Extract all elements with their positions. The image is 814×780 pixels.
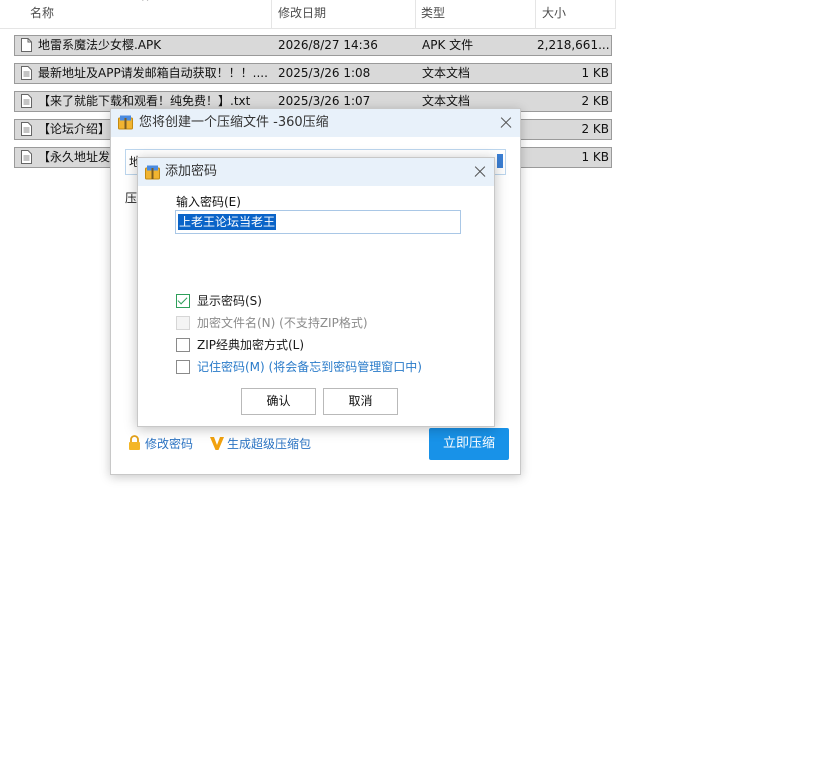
sort-ascending-icon: ^: [141, 0, 150, 8]
zip-classic-checkbox[interactable]: [176, 338, 190, 352]
column-divider[interactable]: [271, 0, 272, 28]
file-type: APK 文件: [422, 38, 474, 52]
column-divider[interactable]: [415, 0, 416, 28]
password-input[interactable]: 上老王论坛当老王: [175, 210, 461, 234]
vip-icon: [209, 436, 225, 451]
compress-window-titlebar[interactable]: 您将创建一个压缩文件 -360压缩: [111, 109, 520, 137]
file-size: 2 KB: [581, 94, 609, 108]
column-date-header[interactable]: 修改日期: [278, 0, 326, 28]
encrypt-filename-label: 加密文件名(N) (不支持ZIP格式): [197, 316, 368, 330]
add-password-titlebar[interactable]: 添加密码: [138, 158, 494, 186]
file-size: 2 KB: [581, 122, 609, 136]
file-icon: [21, 38, 32, 52]
text-file-icon: [21, 66, 32, 80]
compress-app-icon: [118, 115, 133, 130]
zip-classic-label: ZIP经典加密方式(L): [197, 338, 305, 352]
file-name: 最新地址及APP请发邮箱自动获取！！！....: [38, 66, 268, 80]
text-file-icon: [21, 94, 32, 108]
add-password-title: 添加密码: [165, 164, 218, 179]
compress-app-icon: [145, 165, 160, 180]
password-label: 输入密码(E): [176, 195, 241, 209]
file-size: 1 KB: [581, 66, 609, 80]
password-value: 上老王论坛当老王: [178, 214, 277, 230]
ok-button[interactable]: 确认: [241, 388, 316, 415]
file-size: 1 KB: [581, 150, 609, 164]
add-password-dialog: 添加密码 输入密码(E) 上老王论坛当老王 显示密码(S) 加密文件名(N) (…: [137, 157, 495, 427]
column-size-header[interactable]: 大小: [542, 0, 566, 28]
cancel-button[interactable]: 取消: [323, 388, 398, 415]
format-label: 压: [125, 191, 138, 205]
file-list-header: ^ 名称 修改日期 类型 大小: [0, 0, 616, 29]
lock-icon: [127, 435, 142, 451]
super-package-link[interactable]: 生成超级压缩包: [227, 435, 311, 452]
column-divider[interactable]: [535, 0, 536, 28]
file-type: 文本文档: [422, 66, 471, 80]
file-size: 2,218,661...: [537, 38, 609, 52]
compress-window-title: 您将创建一个压缩文件 -360压缩: [139, 115, 329, 130]
file-row[interactable]: 地雷系魔法少女樱.APK 2026/8/27 14:36 APK 文件 2,21…: [14, 35, 612, 56]
remember-password-label: 记住密码(M) (将会备忘到密码管理窗口中): [197, 360, 422, 374]
change-password-link[interactable]: 修改密码: [145, 435, 193, 452]
file-date: 2026/8/27 14:36: [278, 38, 378, 52]
show-password-checkbox[interactable]: [176, 294, 190, 308]
column-divider[interactable]: [615, 0, 616, 28]
column-type-header[interactable]: 类型: [421, 0, 445, 28]
column-name-header[interactable]: 名称: [30, 0, 54, 28]
text-file-icon: [21, 122, 32, 136]
file-row[interactable]: 最新地址及APP请发邮箱自动获取！！！.... 2025/3/26 1:08 文…: [14, 63, 612, 84]
browse-button[interactable]: [497, 154, 503, 168]
file-name: 地雷系魔法少女樱.APK: [38, 38, 162, 52]
close-icon[interactable]: [469, 162, 491, 182]
text-file-icon: [21, 150, 32, 164]
encrypt-filename-checkbox: [176, 316, 190, 330]
compress-now-button[interactable]: 立即压缩: [429, 428, 509, 460]
close-icon[interactable]: [495, 113, 517, 133]
file-date: 2025/3/26 1:08: [278, 66, 371, 80]
remember-password-checkbox[interactable]: [176, 360, 190, 374]
show-password-label: 显示密码(S): [197, 294, 262, 308]
